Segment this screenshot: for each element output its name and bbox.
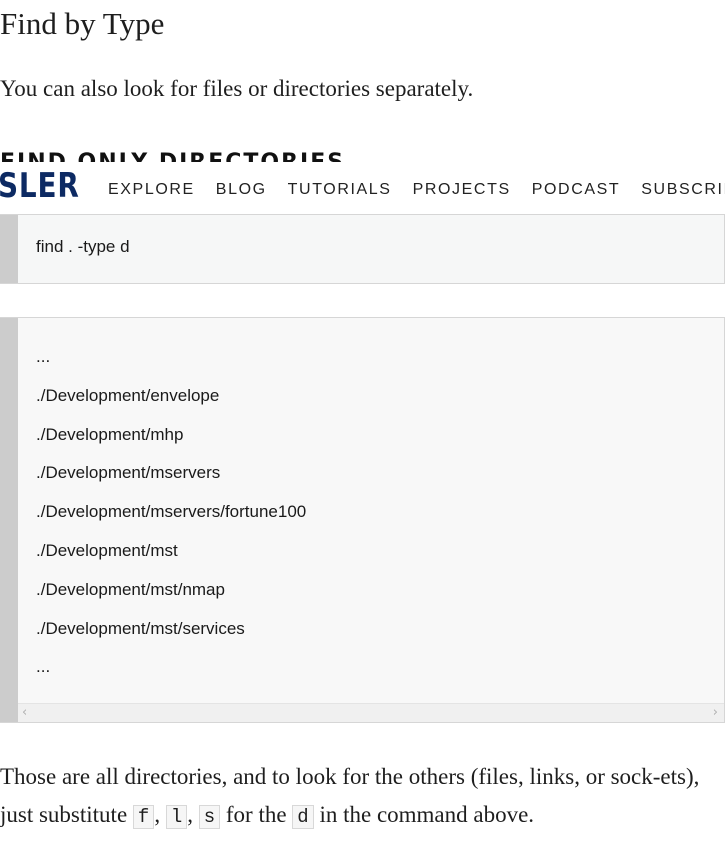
- inline-code-s: s: [198, 805, 221, 829]
- site-logo[interactable]: SLER: [0, 166, 80, 206]
- output-line: ./Development/mservers: [36, 463, 221, 483]
- outro-sep-2: ,: [187, 802, 199, 827]
- subsection-title-clip: Find only directories: [0, 148, 725, 162]
- nav-link-blog[interactable]: BLOG: [216, 181, 267, 199]
- command-text[interactable]: find . -type d: [36, 237, 130, 257]
- outro-sep-1: ,: [154, 802, 166, 827]
- outro-text-2: for the: [220, 802, 293, 827]
- output-line: ./Development/mst/nmap: [36, 579, 225, 599]
- output-line: ./Development/mst/services: [36, 618, 245, 638]
- inline-code-l: l: [165, 805, 188, 829]
- outro-paragraph: Those are all directories, and to look f…: [0, 758, 725, 836]
- output-line: ./Development/mst: [36, 540, 178, 560]
- nav-link-projects[interactable]: PROJECTS: [413, 181, 511, 199]
- code-block-accent-bar: [0, 215, 18, 283]
- nav-link-subscribe[interactable]: SUBSCRIBE: [641, 181, 725, 199]
- output-line: ./Development/mhp: [36, 424, 184, 444]
- output-line: ...: [36, 347, 51, 366]
- output-line: ./Development/mservers/fortune100: [36, 502, 307, 522]
- intro-paragraph: You can also look for files or directori…: [0, 76, 474, 101]
- top-navigation-bar: SLER EXPLORE BLOG TUTORIALS PROJECTS POD…: [0, 162, 725, 214]
- nav-links: EXPLORE BLOG TUTORIALS PROJECTS PODCAST …: [108, 181, 725, 199]
- command-code-block: find . -type d: [0, 214, 725, 284]
- horizontal-scrollbar[interactable]: ‹ ›: [18, 703, 724, 722]
- output-code-block[interactable]: ... ./Development/envelope ./Development…: [0, 317, 725, 723]
- inline-code-f: f: [132, 805, 155, 829]
- nav-link-podcast[interactable]: PODCAST: [532, 181, 621, 199]
- output-line: ...: [36, 657, 51, 677]
- chevron-right-icon[interactable]: ›: [713, 704, 718, 722]
- output-block-accent-bar: [0, 318, 18, 722]
- inline-code-d: d: [292, 805, 314, 829]
- nav-link-explore[interactable]: EXPLORE: [108, 181, 195, 199]
- output-line: ./Development/envelope: [36, 385, 220, 405]
- nav-link-tutorials[interactable]: TUTORIALS: [288, 181, 392, 199]
- output-lines: ... ./Development/envelope ./Development…: [36, 338, 306, 687]
- chevron-left-icon[interactable]: ‹: [22, 704, 27, 722]
- section-title: Find by Type: [0, 6, 165, 41]
- subsection-title: Find only directories: [0, 150, 345, 162]
- outro-text-3: in the command above.: [313, 802, 535, 827]
